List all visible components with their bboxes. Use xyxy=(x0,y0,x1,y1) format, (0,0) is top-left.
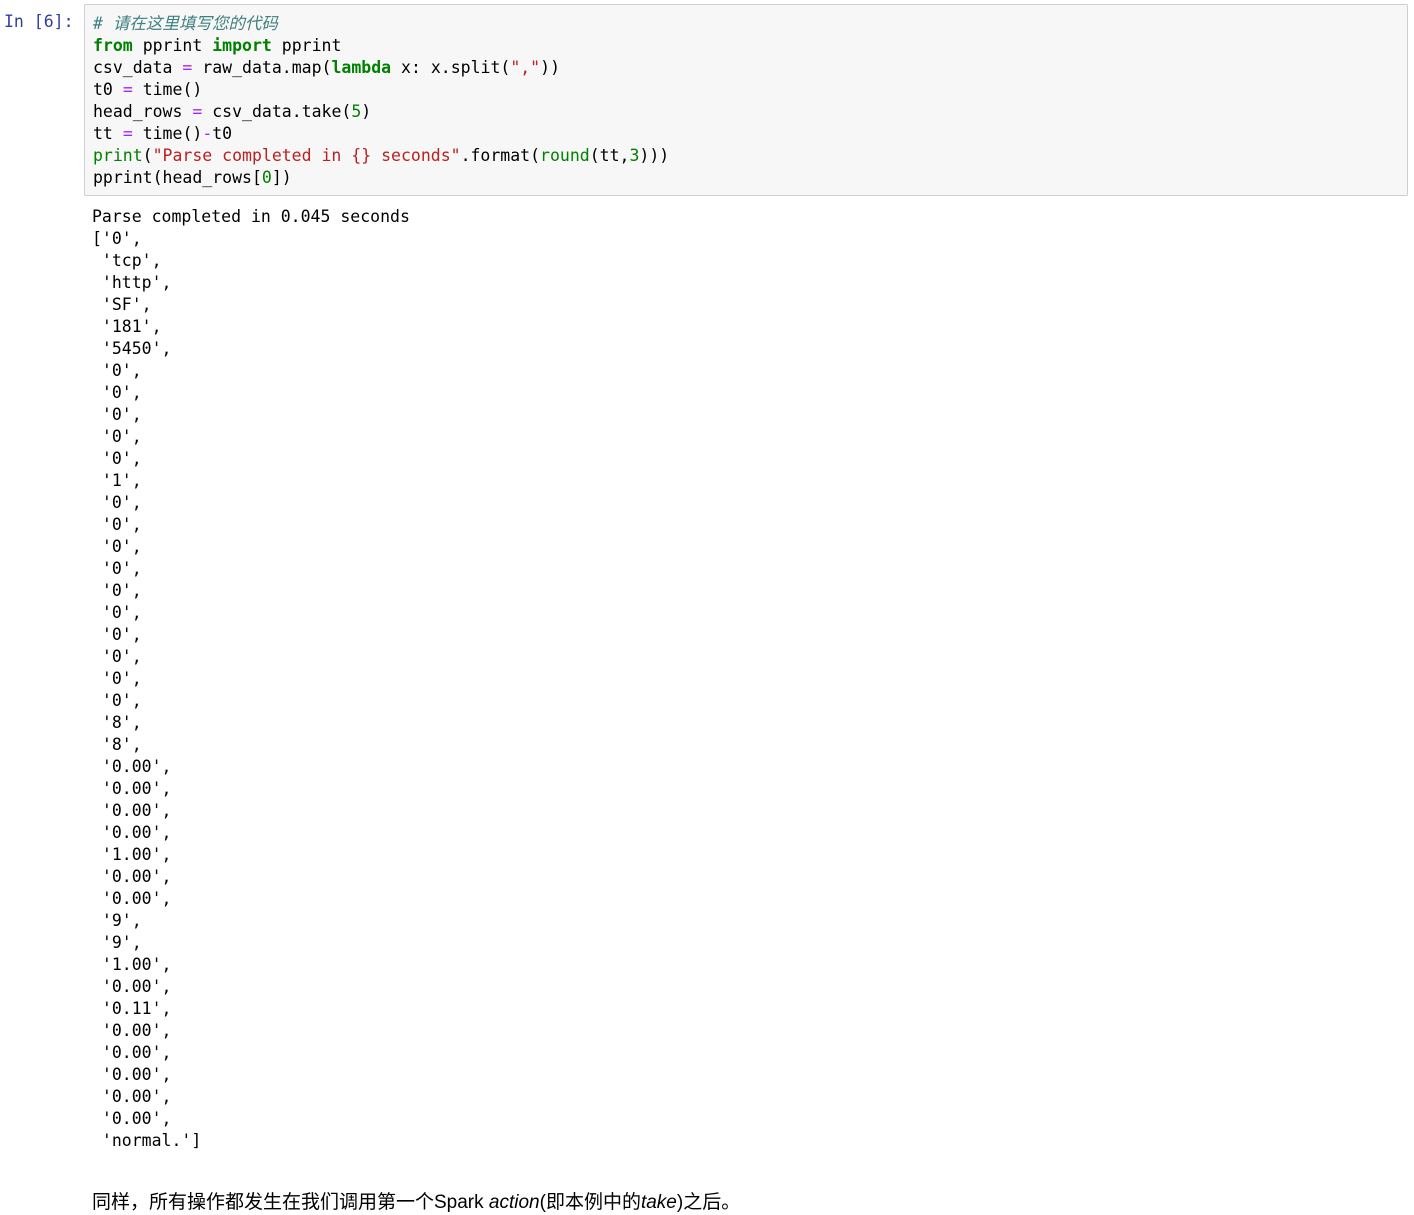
markdown-text: 同样，所有操作都发生在我们调用第一个Spark xyxy=(92,1192,489,1213)
code-line: from pprint import pprint xyxy=(93,36,342,55)
output-line: '0', xyxy=(92,603,142,622)
code-cell-input[interactable]: # 请在这里填写您的代码 from pprint import pprint csv… xyxy=(84,4,1408,196)
output-line: '0', xyxy=(92,493,142,512)
output-line: '0.00', xyxy=(92,757,172,776)
markdown-text: (即本例中的 xyxy=(539,1192,641,1213)
output-line: '0', xyxy=(92,515,142,534)
markdown-emphasis-action: action xyxy=(488,1192,540,1213)
code-line: head_rows = csv_data.take(5) xyxy=(93,102,372,121)
output-line: '8', xyxy=(92,713,142,732)
output-line: '0.00', xyxy=(92,1021,172,1040)
output-line: '0', xyxy=(92,449,142,468)
output-line: '0.00', xyxy=(92,779,172,798)
output-line: '0.00', xyxy=(92,1043,172,1062)
output-line: '0', xyxy=(92,669,142,688)
code-line: tt = time()-t0 xyxy=(93,124,233,143)
output-line: '0', xyxy=(92,537,142,556)
output-line: '0.00', xyxy=(92,977,172,996)
output-line: '0.00', xyxy=(92,889,172,908)
output-line: '0.00', xyxy=(92,801,172,820)
markdown-text: )之后。 xyxy=(676,1192,741,1213)
output-line: ['0', xyxy=(92,229,142,248)
output-line: '0.00', xyxy=(92,1109,172,1128)
output-line: '0.00', xyxy=(92,823,172,842)
output-line: 'normal.'] xyxy=(92,1131,202,1150)
code-editor[interactable]: # 请在这里填写您的代码 from pprint import pprint csv… xyxy=(93,13,669,189)
output-line: '0', xyxy=(92,361,142,380)
output-line: '0', xyxy=(92,581,142,600)
output-line: '9', xyxy=(92,911,142,930)
output-line: '0.00', xyxy=(92,1065,172,1084)
output-line: '0', xyxy=(92,691,142,710)
output-line: '1', xyxy=(92,471,142,490)
output-line: '0', xyxy=(92,625,142,644)
cell-prompt: In [6]: xyxy=(4,12,74,31)
output-line: '0', xyxy=(92,405,142,424)
output-line: '5450', xyxy=(92,339,172,358)
output-line: 'tcp', xyxy=(92,251,162,270)
code-line: csv_data = raw_data.map(lambda x: x.spli… xyxy=(93,58,560,77)
output-line: '0.00', xyxy=(92,1087,172,1106)
output-line: Parse completed in 0.045 seconds xyxy=(92,207,410,226)
output-line: '8', xyxy=(92,735,142,754)
code-line: # 请在这里填写您的代码 xyxy=(93,14,278,33)
cell-output: Parse completed in 0.045 seconds ['0', 't… xyxy=(92,206,410,1152)
output-line: '0', xyxy=(92,383,142,402)
output-line: '9', xyxy=(92,933,142,952)
output-line: '181', xyxy=(92,317,162,336)
code-line: t0 = time() xyxy=(93,80,203,99)
code-line: print("Parse completed in {} seconds".fo… xyxy=(93,146,670,165)
output-line: '0.11', xyxy=(92,999,172,1018)
markdown-emphasis-take: take xyxy=(640,1192,677,1213)
markdown-cell: 同样，所有操作都发生在我们调用第一个Spark action(即本例中的take… xyxy=(92,1187,740,1214)
output-line: '0', xyxy=(92,427,142,446)
output-line: '1.00', xyxy=(92,955,172,974)
output-line: '1.00', xyxy=(92,845,172,864)
code-line: pprint(head_rows[0]) xyxy=(93,168,292,187)
output-line: 'SF', xyxy=(92,295,152,314)
output-line: 'http', xyxy=(92,273,172,292)
output-line: '0', xyxy=(92,647,142,666)
output-line: '0', xyxy=(92,559,142,578)
output-line: '0.00', xyxy=(92,867,172,886)
